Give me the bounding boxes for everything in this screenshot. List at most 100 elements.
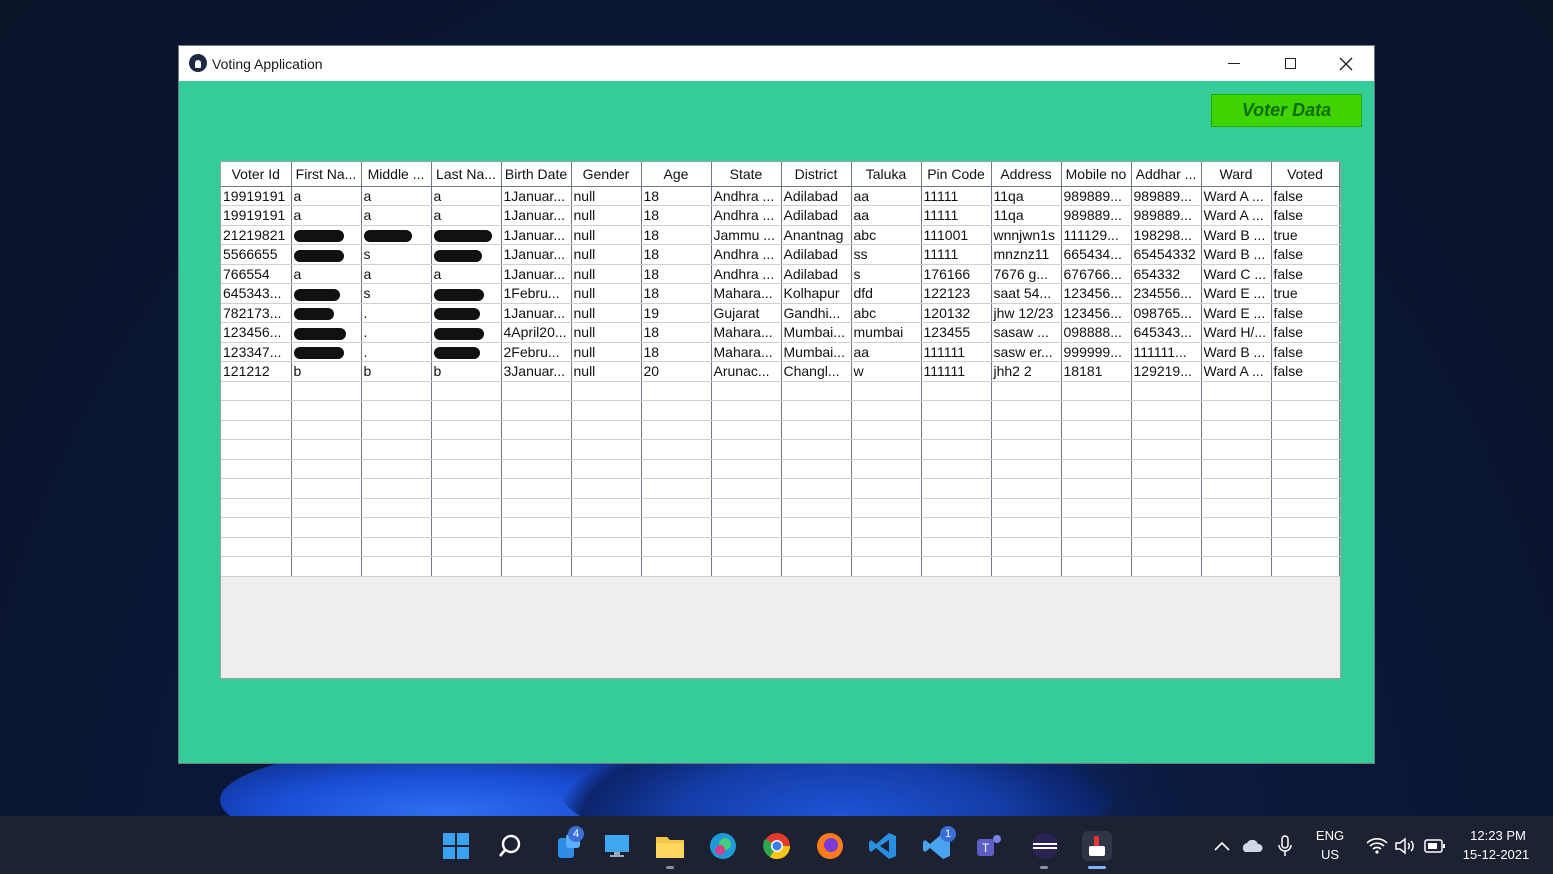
table-cell[interactable]: 111111 xyxy=(921,342,992,362)
table-cell[interactable]: 3Januar... xyxy=(501,361,572,382)
table-cell[interactable] xyxy=(991,498,1062,518)
table-cell[interactable] xyxy=(1131,517,1202,538)
table-cell[interactable]: dfd xyxy=(851,283,922,304)
table-cell[interactable] xyxy=(431,439,502,460)
table-cell[interactable]: 129219... xyxy=(1131,361,1202,382)
table-cell[interactable]: false xyxy=(1271,322,1340,343)
table-cell[interactable] xyxy=(1201,400,1272,421)
table-cell[interactable] xyxy=(221,517,292,538)
table-cell[interactable] xyxy=(641,439,712,460)
table-cell[interactable] xyxy=(1271,381,1340,401)
table-cell[interactable] xyxy=(501,400,572,421)
table-cell[interactable] xyxy=(1201,439,1272,460)
table-cell[interactable] xyxy=(921,381,992,401)
table-cell[interactable] xyxy=(1061,498,1132,518)
table-cell[interactable]: Mahara... xyxy=(711,342,782,362)
table-cell[interactable]: 782173... xyxy=(221,303,292,323)
table-cell[interactable]: 121212 xyxy=(221,361,292,382)
table-cell[interactable] xyxy=(291,537,362,557)
table-cell[interactable]: null xyxy=(571,186,642,206)
voter-table[interactable]: Voter Id First Na... Middle ... Last Na... B… xyxy=(221,162,1340,577)
table-cell[interactable]: null xyxy=(571,264,642,284)
table-cell[interactable] xyxy=(291,322,362,343)
table-cell[interactable]: 989889... xyxy=(1061,205,1132,226)
empty-table-row[interactable] xyxy=(221,498,1340,518)
table-cell[interactable] xyxy=(1061,420,1132,440)
table-row[interactable]: 121212 b b b 3Januar... null 20 Arunac... Changl… xyxy=(221,361,1340,382)
table-cell[interactable] xyxy=(431,537,502,557)
table-cell[interactable] xyxy=(711,420,782,440)
table-cell[interactable]: Ward B ... xyxy=(1201,342,1272,362)
table-cell[interactable] xyxy=(431,420,502,440)
table-cell[interactable]: abc xyxy=(851,303,922,323)
table-cell[interactable]: a xyxy=(291,186,362,206)
table-cell[interactable] xyxy=(431,303,502,323)
empty-table-row[interactable] xyxy=(221,381,1340,401)
table-cell[interactable] xyxy=(1131,498,1202,518)
table-cell[interactable] xyxy=(431,517,502,538)
table-cell[interactable] xyxy=(711,537,782,557)
table-row[interactable]: 5566655 s 1Januar... null 18 Andhra ... Adilab… xyxy=(221,244,1340,265)
table-cell[interactable] xyxy=(291,439,362,460)
table-cell[interactable] xyxy=(501,420,572,440)
table-cell[interactable] xyxy=(851,478,922,499)
table-cell[interactable] xyxy=(221,381,292,401)
table-cell[interactable] xyxy=(781,439,852,460)
table-row[interactable]: 21219821 1Januar... null 18 Jammu ... Anantna… xyxy=(221,225,1340,245)
table-cell[interactable] xyxy=(571,537,642,557)
table-cell[interactable]: null xyxy=(571,225,642,245)
table-cell[interactable]: 123456... xyxy=(1061,283,1132,304)
region-indicator[interactable]: US xyxy=(1310,847,1350,862)
table-cell[interactable]: 11qa xyxy=(991,186,1062,206)
table-cell[interactable]: 18 xyxy=(641,283,712,304)
table-cell[interactable] xyxy=(711,478,782,499)
table-cell[interactable] xyxy=(781,400,852,421)
table-cell[interactable]: 11111 xyxy=(921,186,992,206)
table-cell[interactable] xyxy=(291,517,362,538)
table-cell[interactable]: false xyxy=(1271,186,1340,206)
table-cell[interactable] xyxy=(221,439,292,460)
table-cell[interactable] xyxy=(851,381,922,401)
table-cell[interactable]: 18 xyxy=(641,205,712,226)
table-cell[interactable]: aa xyxy=(851,342,922,362)
table-cell[interactable]: null xyxy=(571,361,642,382)
table-cell[interactable]: Gujarat xyxy=(711,303,782,323)
table-cell[interactable]: Ward E ... xyxy=(1201,303,1272,323)
table-cell[interactable] xyxy=(221,478,292,499)
table-cell[interactable]: Kolhapur xyxy=(781,283,852,304)
table-row[interactable]: 782173.... 1Januar... null 19 Gujarat Gandhi.… xyxy=(221,303,1340,323)
table-cell[interactable] xyxy=(991,537,1062,557)
table-cell[interactable]: . xyxy=(361,342,432,362)
teams-icon[interactable]: T xyxy=(975,831,1005,861)
table-cell[interactable]: 18181 xyxy=(1061,361,1132,382)
title-bar[interactable]: Voting Application xyxy=(179,46,1374,81)
table-cell[interactable] xyxy=(991,381,1062,401)
table-cell[interactable] xyxy=(431,498,502,518)
voting-app-taskbar-icon[interactable] xyxy=(1082,831,1112,861)
vscode-icon[interactable] xyxy=(868,831,898,861)
table-cell[interactable] xyxy=(641,537,712,557)
empty-table-row[interactable] xyxy=(221,556,1340,577)
table-cell[interactable] xyxy=(1201,420,1272,440)
table-cell[interactable] xyxy=(781,556,852,577)
table-cell[interactable]: 989889... xyxy=(1061,186,1132,206)
table-cell[interactable] xyxy=(781,459,852,479)
table-cell[interactable]: a xyxy=(431,205,502,226)
table-cell[interactable]: Ward C ... xyxy=(1201,264,1272,284)
clock-date[interactable]: 15-12-2021 xyxy=(1454,847,1538,862)
table-cell[interactable] xyxy=(921,478,992,499)
table-cell[interactable] xyxy=(1201,498,1272,518)
table-cell[interactable]: b xyxy=(431,361,502,382)
language-indicator[interactable]: ENG xyxy=(1310,828,1350,843)
table-cell[interactable] xyxy=(291,381,362,401)
table-cell[interactable] xyxy=(641,400,712,421)
clock-time[interactable]: 12:23 PM xyxy=(1458,828,1538,843)
table-cell[interactable]: null xyxy=(571,322,642,343)
table-cell[interactable] xyxy=(1131,439,1202,460)
table-cell[interactable]: null xyxy=(571,244,642,265)
table-cell[interactable]: false xyxy=(1271,264,1340,284)
table-cell[interactable] xyxy=(221,420,292,440)
chevron-up-icon[interactable] xyxy=(1207,831,1237,861)
volume-icon[interactable] xyxy=(1390,831,1420,861)
table-cell[interactable] xyxy=(431,225,502,245)
